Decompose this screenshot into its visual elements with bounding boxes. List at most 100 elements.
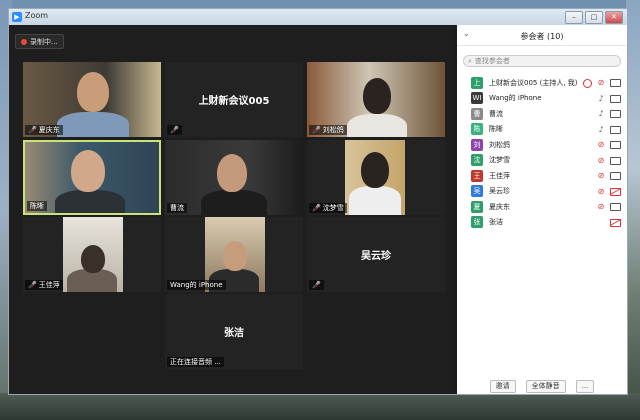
tile-name-label: 曹流 [167, 203, 187, 213]
person-body [201, 190, 267, 215]
participant-row[interactable]: WI Wang的 iPhone ♪ [457, 91, 627, 107]
tile-name-label: 🎤̸ [167, 125, 182, 135]
mic-icon[interactable]: ♪ [597, 125, 605, 134]
tile-name-label: 🎤̸ 刘松鸽 [309, 125, 347, 135]
tile-name-label: 陈晰 [27, 201, 47, 211]
tile-big-name: 吴云珍 [361, 251, 391, 262]
mic-muted-icon[interactable]: ⊘ [597, 156, 605, 165]
avatar: 张 [471, 216, 483, 229]
mic-muted-icon: 🎤̸ [170, 126, 179, 134]
zoom-app-icon: ▶ [12, 12, 22, 22]
person-body [349, 186, 401, 215]
mic-muted-icon[interactable]: ⊘ [597, 202, 605, 211]
avatar: 吴 [471, 185, 483, 198]
close-button[interactable]: ✕ [605, 11, 623, 24]
person-body [57, 112, 129, 137]
camera-icon[interactable] [610, 141, 621, 149]
person-head [361, 152, 389, 188]
video-tile[interactable]: 🎤̸ 沈梦雪 [307, 140, 445, 215]
person-head [71, 150, 105, 192]
participant-status-icons: ⊘ [597, 171, 621, 180]
video-tile[interactable]: 吴云珍 🎤̸ [307, 217, 445, 292]
camera-icon[interactable] [610, 203, 621, 211]
participant-list: 上上财新会议005 (主持人, 我) ⊘ WI Wang的 iPhone ♪ 曹曹流 ♪ 陈陈… [457, 75, 627, 230]
tile-name-label: 🎤̸ [309, 280, 324, 290]
search-icon: ⌕ [468, 56, 472, 65]
zoom-window: ▶ Zoom – □ ✕ 录制中... 🎤̸夏庆东 上财新会议005 🎤̸ � [8, 8, 628, 395]
recording-indicator[interactable]: 录制中... [15, 34, 64, 49]
tile-name-label: Wang的 iPhone [167, 280, 226, 290]
mic-icon[interactable]: ♪ [597, 94, 605, 103]
window-titlebar[interactable]: ▶ Zoom – □ ✕ [9, 9, 627, 25]
video-tile[interactable]: 🎤̸ 刘松鸽 [307, 62, 445, 137]
participant-status-icons [610, 218, 621, 227]
participant-row[interactable]: 沈沈梦雪 ⊘ [457, 153, 627, 169]
participant-name: 陈晰 [489, 125, 503, 134]
invite-button[interactable]: 邀请 [489, 379, 516, 393]
avatar: 沈 [471, 154, 483, 167]
avatar: 上 [471, 76, 483, 89]
participant-row[interactable]: 张张洁 [457, 215, 627, 231]
avatar: 刘 [471, 138, 483, 151]
desktop-background-right [626, 0, 640, 420]
maximize-button[interactable]: □ [585, 11, 603, 24]
camera-icon[interactable] [610, 172, 621, 180]
video-tile[interactable]: 🎤̸ 夏庆东 [23, 62, 161, 137]
camera-icon[interactable] [610, 110, 621, 118]
participant-name: 张洁 [489, 218, 503, 227]
participant-name: 夏庆东 [489, 202, 510, 211]
video-tile-active-speaker[interactable]: 陈晰 [23, 140, 161, 215]
participant-row[interactable]: 吴吴云珍 ⊘ [457, 184, 627, 200]
participant-row[interactable]: 王王佳萍 ⊘ [457, 168, 627, 184]
participant-row[interactable]: 夏夏庆东 ⊘ [457, 199, 627, 215]
camera-icon[interactable] [610, 125, 621, 134]
participant-search-input[interactable]: ⌕ 查找参会者 [463, 55, 621, 67]
camera-icon[interactable] [610, 94, 621, 103]
mic-muted-icon[interactable]: ⊘ [597, 140, 605, 149]
participant-status-icons: ⊘ [583, 78, 621, 88]
participant-status-icons: ♪ [597, 109, 621, 118]
mic-muted-icon[interactable]: ⊘ [597, 78, 605, 87]
mute-all-button[interactable]: 全体静音 [525, 379, 566, 393]
video-tile[interactable]: 上财新会议005 🎤̸ [165, 62, 303, 137]
video-gallery: 录制中... 🎤̸ 夏庆东 上财新会议005 🎤̸ 🎤̸ 刘松鸽 陈晰 曹流 🎤… [9, 25, 455, 394]
video-tile[interactable]: 🎤̸ 王佳萍 [23, 217, 161, 292]
video-tile[interactable]: 曹流 [165, 140, 303, 215]
tile-big-name: 上财新会议005 [198, 96, 270, 107]
record-dot-icon [21, 38, 27, 45]
mic-icon[interactable]: ♪ [597, 109, 605, 118]
tile-big-name: 张洁 [224, 328, 244, 339]
camera-off-icon[interactable] [610, 218, 621, 227]
participant-row[interactable]: 刘刘松鸽 ⊘ [457, 137, 627, 153]
mic-muted-icon[interactable]: ⊘ [597, 187, 605, 196]
tile-name-label: 🎤̸ 夏庆东 [25, 125, 63, 135]
camera-icon[interactable] [610, 79, 621, 87]
recording-label: 录制中... [30, 37, 58, 46]
participant-name: 曹流 [489, 109, 503, 118]
participants-footer: 邀请 全体静音 ... [457, 378, 627, 394]
person-head [217, 154, 247, 192]
avatar: WI [471, 92, 483, 105]
camera-off-icon[interactable] [610, 187, 621, 196]
video-tile[interactable]: 张洁 正在连接音频 ... [165, 294, 303, 369]
video-tile[interactable]: Wang的 iPhone [165, 217, 303, 292]
participant-status-icons: ♪ [597, 94, 621, 103]
participant-name: 刘松鸽 [489, 140, 510, 149]
desktop-background-bottom [0, 393, 640, 420]
window-title: Zoom [25, 11, 49, 20]
participant-row[interactable]: 曹曹流 ♪ [457, 106, 627, 122]
participant-row[interactable]: 陈陈晰 ♪ [457, 122, 627, 138]
person-head [363, 78, 391, 114]
minimize-button[interactable]: – [565, 11, 583, 24]
mic-muted-icon[interactable]: ⊘ [597, 171, 605, 180]
more-button[interactable]: ... [575, 379, 595, 393]
participant-status-icons: ♪ [597, 125, 621, 134]
person-body [347, 114, 407, 137]
avatar: 夏 [471, 200, 483, 213]
participant-name: Wang的 iPhone [489, 94, 542, 103]
mic-muted-icon: 🎤̸ [28, 281, 37, 289]
participant-row[interactable]: 上上财新会议005 (主持人, 我) ⊘ [457, 75, 627, 91]
participant-status-icons: ⊘ [597, 187, 621, 196]
camera-icon[interactable] [610, 156, 621, 165]
avatar: 曹 [471, 107, 483, 120]
